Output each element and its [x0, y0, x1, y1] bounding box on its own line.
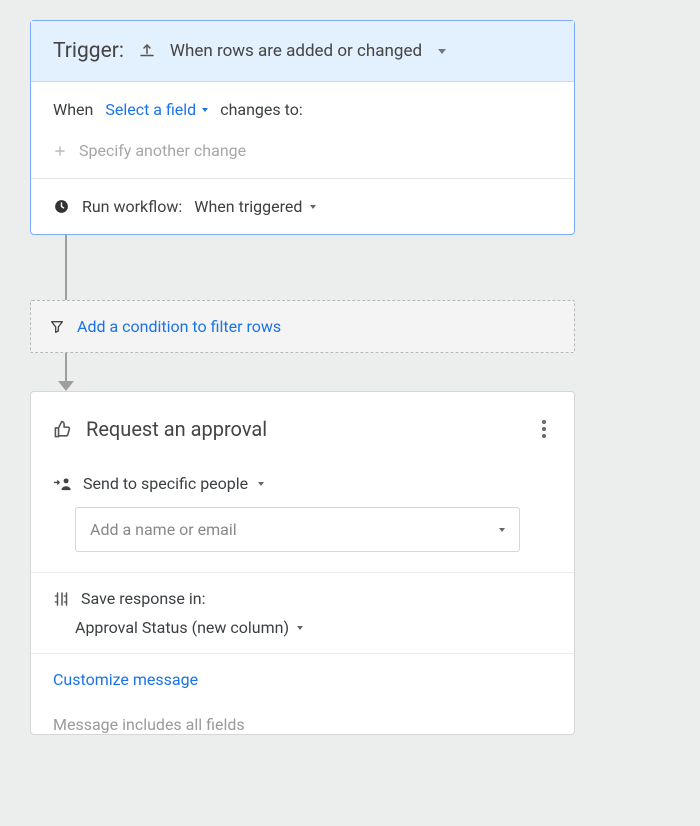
upload-icon: [138, 42, 156, 60]
filter-icon: [49, 319, 65, 335]
changes-to-label: changes to:: [220, 100, 303, 119]
approval-header: Request an approval: [31, 392, 574, 454]
trigger-when-section: When Select a field changes to: Specify …: [31, 82, 574, 178]
add-condition-box[interactable]: Add a condition to filter rows: [30, 300, 575, 353]
connector-line: [30, 235, 575, 300]
send-to-dropdown[interactable]: Send to specific people: [53, 474, 552, 493]
save-response-label: Save response in:: [81, 589, 205, 608]
person-arrow-icon: [53, 476, 73, 492]
add-change-button[interactable]: Specify another change: [53, 141, 552, 160]
arrow-down-icon: [58, 381, 74, 391]
trigger-card: Trigger: When rows are added or changed …: [30, 20, 575, 235]
name-email-input[interactable]: Add a name or email: [75, 507, 520, 552]
chevron-down-icon: [438, 49, 446, 54]
response-column-label: Approval Status (new column): [75, 618, 289, 637]
trigger-header: Trigger: When rows are added or changed: [31, 21, 574, 82]
send-to-label: Send to specific people: [83, 474, 248, 493]
more-menu-button[interactable]: [536, 414, 552, 444]
connector-arrow: [30, 353, 575, 391]
run-workflow-value: When triggered: [194, 197, 302, 216]
plus-icon: [53, 144, 67, 158]
add-condition-label: Add a condition to filter rows: [77, 317, 281, 336]
select-field-dropdown[interactable]: Select a field: [105, 100, 208, 119]
add-change-label: Specify another change: [79, 141, 246, 160]
when-label: When: [53, 100, 93, 119]
chevron-down-icon: [258, 482, 264, 486]
select-field-label: Select a field: [105, 100, 196, 119]
columns-icon: [53, 590, 71, 608]
run-workflow-dropdown[interactable]: When triggered: [194, 197, 316, 216]
chevron-down-icon: [499, 528, 505, 532]
response-column-dropdown[interactable]: Approval Status (new column): [75, 618, 552, 637]
chevron-down-icon: [202, 108, 208, 112]
chevron-down-icon: [310, 205, 316, 209]
clock-icon: [53, 198, 70, 215]
trigger-type-label: When rows are added or changed: [170, 41, 422, 61]
trigger-title: Trigger:: [53, 39, 124, 63]
chevron-down-icon: [297, 626, 303, 630]
approval-title: Request an approval: [86, 417, 267, 441]
name-email-placeholder: Add a name or email: [90, 520, 237, 539]
customize-message-section: Customize message: [31, 653, 574, 705]
customize-message-link[interactable]: Customize message: [53, 670, 198, 689]
save-response-section: Save response in: Approval Status (new c…: [31, 572, 574, 653]
run-workflow-label: Run workflow:: [82, 197, 182, 216]
run-workflow-section: Run workflow: When triggered: [31, 178, 574, 234]
send-to-section: Send to specific people Add a name or em…: [31, 454, 574, 572]
message-fields-partial: Message includes all fields: [31, 705, 574, 734]
trigger-type-dropdown[interactable]: When rows are added or changed: [170, 41, 446, 61]
approval-card: Request an approval Send to specific peo…: [30, 391, 575, 735]
thumbs-up-icon: [53, 420, 72, 439]
